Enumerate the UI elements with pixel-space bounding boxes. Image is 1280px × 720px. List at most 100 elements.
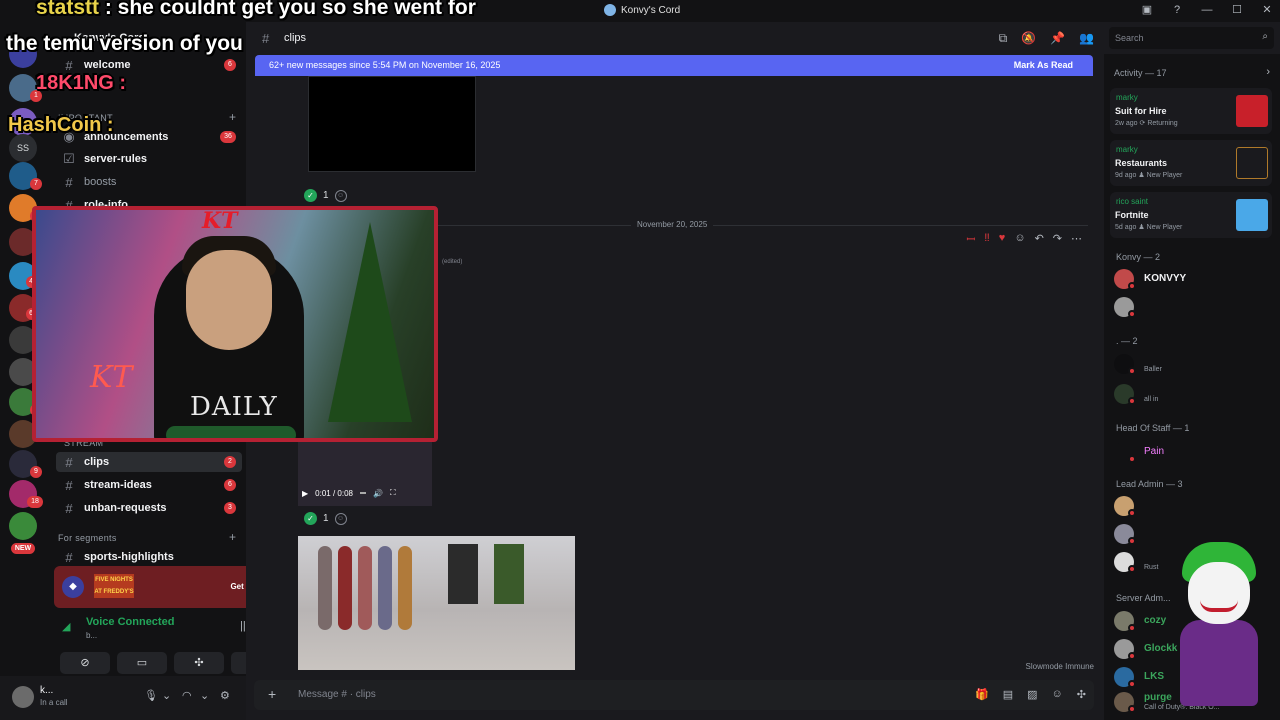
member-status: Baller xyxy=(1144,366,1162,373)
chevron-right-icon[interactable]: › xyxy=(1266,66,1270,78)
threads-icon[interactable]: ⧉ xyxy=(999,31,1008,46)
image-attachment[interactable] xyxy=(298,536,575,670)
emoji-icon[interactable]: ☺ xyxy=(1052,688,1063,701)
garland xyxy=(166,426,296,438)
add-reaction-icon[interactable]: ☺ xyxy=(1014,232,1025,247)
check-emoji[interactable]: ✓ xyxy=(304,512,317,525)
fullscreen-icon[interactable]: ⛶ xyxy=(390,488,396,498)
status-dot xyxy=(1128,397,1136,405)
add-reaction-icon[interactable]: ☺ xyxy=(334,189,347,202)
gear-icon[interactable]: ⚙ xyxy=(220,689,230,702)
play-icon[interactable]: ▶ xyxy=(302,489,308,498)
activity-game: Suit for Hire xyxy=(1115,106,1167,116)
skateboard xyxy=(338,546,352,630)
member-name: cozy xyxy=(1144,615,1167,626)
status-dot xyxy=(1128,652,1136,660)
gif-icon[interactable]: ▤ xyxy=(1003,688,1013,701)
reaction-bar: ✓ 1 ☺ xyxy=(304,512,347,525)
voice-channel[interactable]: b... xyxy=(86,631,97,640)
status-dot xyxy=(1128,680,1136,688)
server-icon[interactable] xyxy=(9,512,37,540)
channel-server-rules[interactable]: ☑ server-rules xyxy=(56,149,242,169)
mic-icon[interactable]: 🎙 xyxy=(144,689,158,702)
search-input[interactable]: Search ⌕ xyxy=(1109,27,1274,49)
slowmode-label: Slowmode Immune xyxy=(1025,662,1094,671)
member-row[interactable] xyxy=(1114,295,1274,319)
react-emoji-icon[interactable]: ꟷ xyxy=(966,232,975,247)
activity-user: marky xyxy=(1116,145,1138,154)
message-composer[interactable]: + Message # · clips 🎁 ▤ ▨ ☺ ✣ xyxy=(254,680,1094,710)
minimize-icon[interactable]: — xyxy=(1200,4,1214,16)
activity-card[interactable]: rico saint Fortnite 5d ago ♟ New Player xyxy=(1110,192,1272,238)
exclamation-emoji-icon[interactable]: ‼ xyxy=(984,232,990,247)
category-segments[interactable]: For segments xyxy=(58,533,117,543)
hash-icon: # xyxy=(65,174,73,190)
channel-title: clips xyxy=(284,32,307,44)
message-toolbar: ꟷ ‼ ♥ ☺ ↶ ↷ ⋯ xyxy=(966,232,1082,247)
channel-boosts[interactable]: # boosts xyxy=(56,172,242,192)
add-reaction-icon[interactable]: ☺ xyxy=(334,512,347,525)
activity-user: marky xyxy=(1116,93,1138,102)
message-input[interactable]: Message # · clips xyxy=(298,689,376,700)
screen-share-button[interactable]: ▭ xyxy=(117,652,167,674)
chevron-down-icon[interactable]: ⌄ xyxy=(162,689,171,702)
user-status: In a call xyxy=(40,698,68,707)
inbox-icon[interactable]: ▣ xyxy=(1140,3,1154,16)
help-icon[interactable]: ? xyxy=(1170,4,1184,16)
status-dot xyxy=(1128,367,1136,375)
skateboard xyxy=(358,546,372,630)
member-row[interactable]: all in xyxy=(1114,382,1274,406)
add-channel-icon[interactable]: + xyxy=(229,530,236,544)
voice-status[interactable]: Voice Connected xyxy=(86,616,174,628)
forward-icon[interactable]: ↷ xyxy=(1053,232,1062,247)
channel-clips[interactable]: # clips 2 xyxy=(56,452,242,472)
reaction-count: 1 xyxy=(323,190,329,201)
volume-icon[interactable]: 🔊 xyxy=(373,489,383,498)
video-attachment[interactable] xyxy=(308,76,476,172)
attach-icon[interactable]: + xyxy=(268,686,276,702)
activity-card[interactable]: marky Restaurants 9d ago ♟ New Player xyxy=(1110,140,1272,186)
member-pain[interactable]: Pain xyxy=(1114,440,1274,464)
username[interactable]: k... xyxy=(40,685,53,696)
add-channel-icon[interactable]: + xyxy=(229,110,236,124)
check-emoji[interactable]: ✓ xyxy=(304,189,317,202)
mark-as-read-button[interactable]: Mark As Read xyxy=(1014,60,1073,70)
channel-stream-ideas[interactable]: # stream-ideas 6 xyxy=(56,475,242,495)
avatar[interactable] xyxy=(12,686,34,708)
member-konvyy[interactable]: KONVYY xyxy=(1114,267,1274,291)
sticker-icon[interactable]: ▨ xyxy=(1027,688,1037,701)
progress-bar[interactable] xyxy=(359,492,366,494)
reply-icon[interactable]: ↶ xyxy=(1035,232,1044,247)
reaction-count: 1 xyxy=(323,513,329,524)
channel-header: # clips ⧉ 🔕 📌 👥 xyxy=(246,22,1104,54)
pin-icon[interactable]: 📌 xyxy=(1050,31,1065,46)
activity-header[interactable]: Activity — 17 xyxy=(1114,68,1167,78)
channel-sports-highlights[interactable]: # sports-highlights xyxy=(56,547,242,567)
dm-icon[interactable]: SS xyxy=(9,134,37,162)
chevron-down-icon[interactable]: ⌄ xyxy=(200,689,209,702)
member-row[interactable]: Baller xyxy=(1114,352,1274,376)
maximize-icon[interactable]: ☐ xyxy=(1230,3,1244,16)
mute-icon[interactable]: 🔕 xyxy=(1021,31,1036,46)
member-name: KONVYY xyxy=(1144,273,1187,284)
activities-button[interactable]: ✣ xyxy=(174,652,224,674)
unread-badge: 7 xyxy=(30,178,42,190)
mention-badge: 6 xyxy=(224,479,236,491)
more-icon[interactable]: ⋯ xyxy=(1071,232,1082,247)
headphones-icon[interactable]: ◠ xyxy=(182,689,192,702)
gift-icon[interactable]: 🎁 xyxy=(975,688,989,701)
camera-off-button[interactable]: ⊘ xyxy=(60,652,110,674)
activity-game: Restaurants xyxy=(1115,158,1168,168)
members-icon[interactable]: 👥 xyxy=(1079,31,1094,46)
new-messages-bar[interactable]: 62+ new messages since 5:54 PM on Novemb… xyxy=(255,55,1093,76)
heart-emoji-icon[interactable]: ♥ xyxy=(999,232,1006,247)
game-art xyxy=(1236,147,1268,179)
activity-card[interactable]: marky Suit for Hire 2w ago ⟳ Returning xyxy=(1110,88,1272,134)
apps-icon[interactable]: ✣ xyxy=(1077,688,1086,701)
close-icon[interactable]: ✕ xyxy=(1260,3,1274,16)
channel-unban-requests[interactable]: # unban-requests 3 xyxy=(56,498,242,518)
activity-meta: 2w ago ⟳ Returning xyxy=(1115,120,1178,127)
channel-name: sports-highlights xyxy=(84,551,174,563)
member-row[interactable] xyxy=(1114,494,1274,518)
activity-user: rico saint xyxy=(1116,197,1149,206)
